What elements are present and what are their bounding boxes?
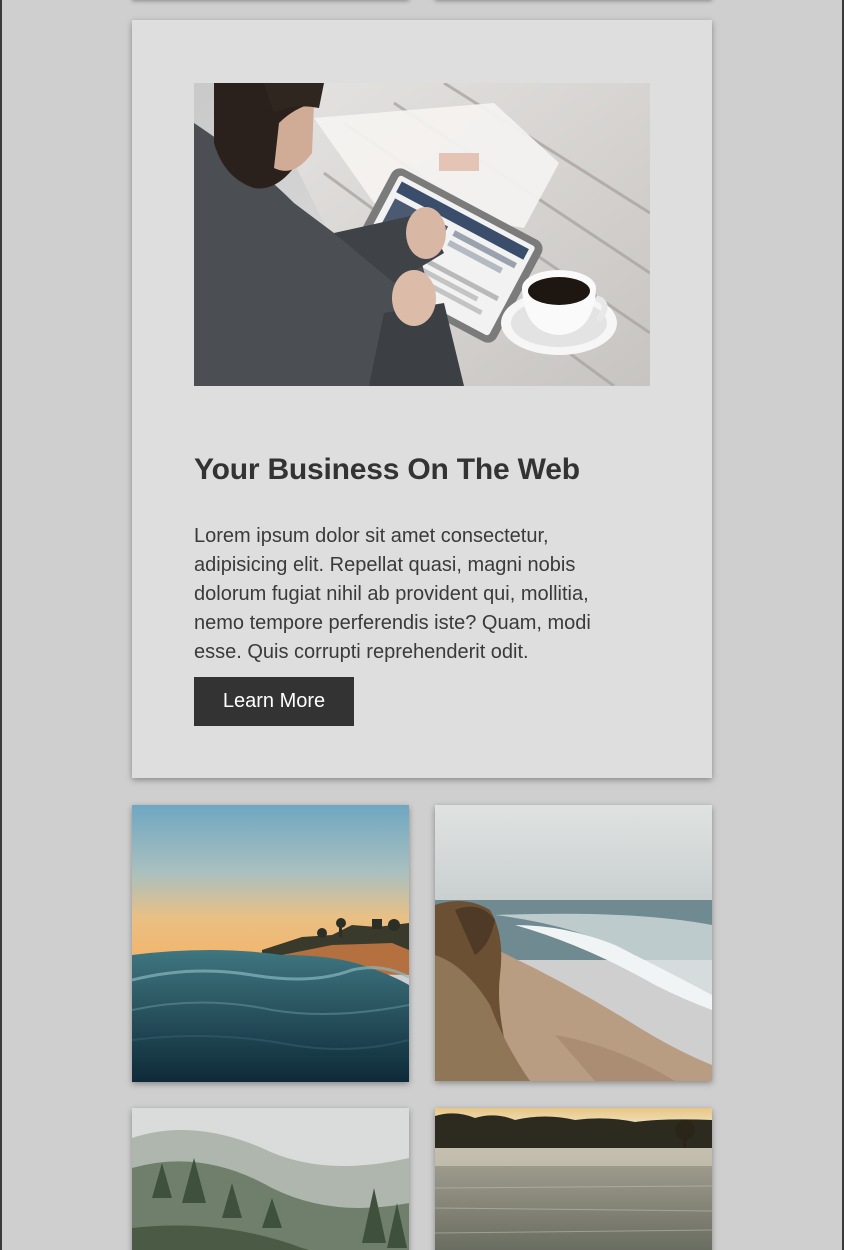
hero-title: Your Business On The Web <box>194 453 580 486</box>
hero-photo <box>194 83 650 386</box>
gallery-photo-ocean-wave <box>132 805 409 1082</box>
gallery-photo-frosty-field <box>435 1108 712 1250</box>
learn-more-button[interactable]: Learn More <box>194 677 354 726</box>
hero-description: Lorem ipsum dolor sit amet consectetur, … <box>194 525 591 663</box>
hero-card: Your Business On The Web Lorem ipsum dol… <box>132 20 712 778</box>
gallery-photo-coastal-cliff <box>435 805 712 1081</box>
gallery-photo-foggy-forest <box>132 1108 409 1250</box>
